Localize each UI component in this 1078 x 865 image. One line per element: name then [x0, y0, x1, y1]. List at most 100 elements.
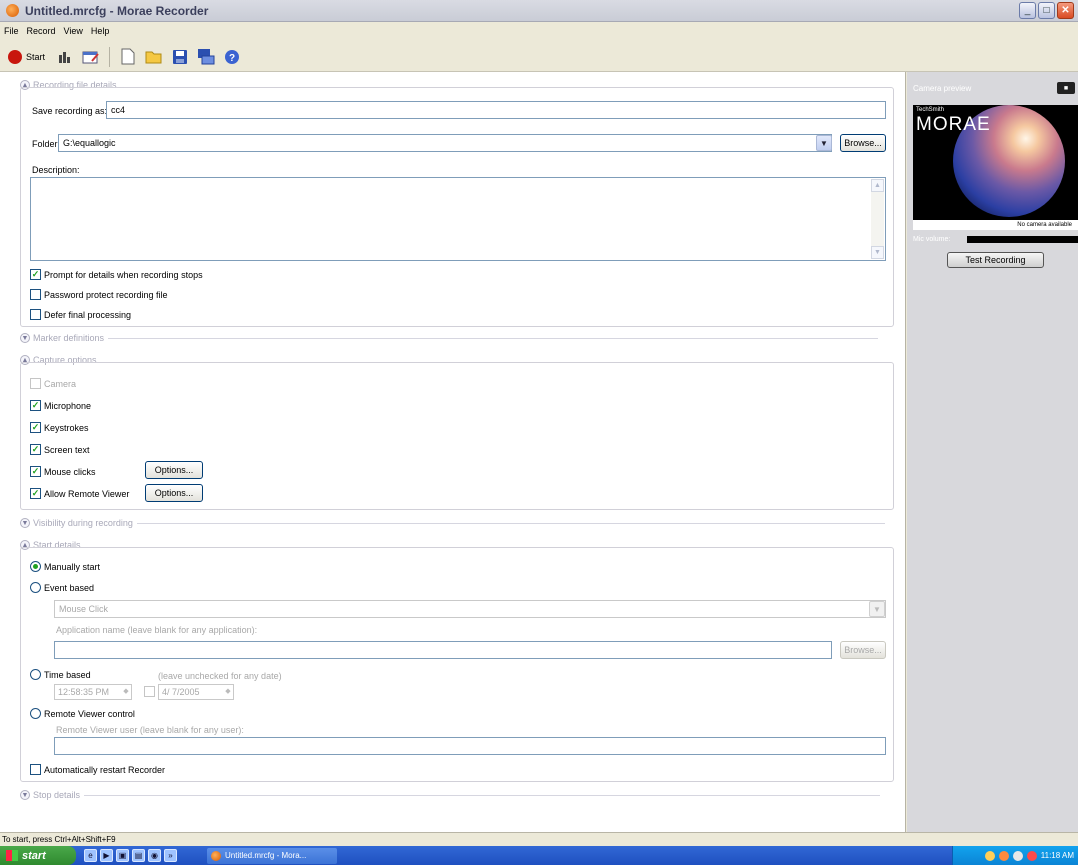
microphone-option[interactable]: ✓ Microphone	[30, 400, 91, 411]
media-icon[interactable]: ▶	[100, 849, 113, 862]
microphone-checkbox[interactable]: ✓	[30, 400, 41, 411]
date-spinner[interactable]: 4/ 7/2005 ◆	[158, 684, 234, 700]
section-title: Marker definitions	[33, 333, 105, 343]
keystrokes-option[interactable]: ✓ Keystrokes	[30, 422, 89, 433]
manually-start-option[interactable]: Manually start	[30, 561, 100, 572]
camera-checkbox[interactable]	[30, 378, 41, 389]
screen-text-option[interactable]: ✓ Screen text	[30, 444, 90, 455]
folder-browse-button[interactable]: Browse...	[840, 134, 886, 152]
event-based-option[interactable]: Event based	[30, 582, 94, 593]
open-folder-icon[interactable]	[144, 47, 164, 67]
clock: 11:18 AM	[1040, 851, 1074, 860]
screen-text-checkbox[interactable]: ✓	[30, 444, 41, 455]
camera-status: No camera available	[913, 220, 1078, 230]
menu-help[interactable]: Help	[89, 26, 116, 36]
event-dropdown-arrow[interactable]: ▼	[869, 601, 885, 617]
screen-text-label: Screen text	[44, 444, 90, 455]
chevron-icon[interactable]: »	[164, 849, 177, 862]
time-spinner[interactable]: 12:58:35 PM ◆	[54, 684, 132, 700]
test-recording-button[interactable]: Test Recording	[947, 252, 1044, 268]
taskbar-morae-window[interactable]: Untitled.mrcfg - Mora...	[207, 847, 337, 864]
section-marker-definitions[interactable]: ▼ Marker definitions	[20, 333, 879, 343]
save-icon[interactable]	[170, 47, 190, 67]
mouse-clicks-option[interactable]: ✓ Mouse clicks	[30, 466, 96, 477]
menu-view[interactable]: View	[62, 26, 89, 36]
defer-processing-checkbox[interactable]	[30, 309, 41, 320]
keystrokes-checkbox[interactable]: ✓	[30, 422, 41, 433]
remote-control-radio[interactable]	[30, 708, 41, 719]
description-label: Description:	[32, 165, 80, 175]
event-type-select[interactable]: Mouse Click	[54, 600, 886, 618]
time-based-label: Time based	[44, 669, 91, 680]
menu-file[interactable]: File	[2, 26, 25, 36]
prompt-details-checkbox[interactable]: ✓	[30, 269, 41, 280]
desktop-icon[interactable]: ▣	[116, 849, 129, 862]
mouse-clicks-checkbox[interactable]: ✓	[30, 466, 41, 477]
spinner-arrows-icon[interactable]: ◆	[122, 686, 130, 698]
app-icon[interactable]: ◉	[148, 849, 161, 862]
time-based-option[interactable]: Time based	[30, 669, 91, 680]
tray-icon[interactable]	[998, 850, 1009, 861]
date-checkbox[interactable]	[144, 686, 155, 697]
auto-restart-checkbox[interactable]	[30, 764, 41, 775]
scroll-up-icon[interactable]: ▲	[871, 179, 884, 192]
camera-toggle-icon[interactable]: ■	[1057, 82, 1075, 94]
network-icon[interactable]	[196, 47, 216, 67]
expand-icon: ▼	[20, 790, 30, 800]
remote-control-option[interactable]: Remote Viewer control	[30, 708, 135, 719]
tray-icon[interactable]	[1012, 850, 1023, 861]
stats-icon[interactable]	[55, 47, 75, 67]
manually-start-label: Manually start	[44, 561, 101, 572]
tray-icon[interactable]	[984, 850, 995, 861]
task-label: Untitled.mrcfg - Mora...	[225, 851, 307, 860]
title-bar: Untitled.mrcfg - Morae Recorder _ □ ✕	[0, 0, 1078, 22]
menu-record[interactable]: Record	[25, 26, 62, 36]
app-name-input[interactable]	[54, 641, 832, 659]
new-file-icon[interactable]	[118, 47, 138, 67]
ie-icon[interactable]: e	[84, 849, 97, 862]
prompt-details-option[interactable]: ✓ Prompt for details when recording stop…	[30, 269, 203, 280]
event-based-radio[interactable]	[30, 582, 41, 593]
save-recording-input[interactable]: cc4	[106, 101, 886, 119]
edit-icon[interactable]	[81, 47, 101, 67]
defer-processing-label: Defer final processing	[44, 309, 132, 320]
description-textarea[interactable]: ▲ ▼	[30, 177, 886, 261]
folder-dropdown-arrow[interactable]: ▼	[816, 135, 832, 151]
start-menu-button[interactable]: start	[0, 846, 76, 865]
manually-start-radio[interactable]	[30, 561, 41, 572]
expand-icon: ▼	[20, 333, 30, 343]
spinner-arrows-icon[interactable]: ◆	[224, 686, 232, 698]
tray-icon[interactable]	[1026, 850, 1037, 861]
password-protect-checkbox[interactable]	[30, 289, 41, 300]
mic-volume-label: Mic volume:	[913, 236, 951, 243]
section-title: Visibility during recording	[33, 518, 133, 528]
maximize-button[interactable]: □	[1038, 2, 1055, 19]
minimize-button[interactable]: _	[1019, 2, 1036, 19]
auto-restart-option[interactable]: Automatically restart Recorder	[30, 764, 165, 775]
scroll-down-icon[interactable]: ▼	[871, 246, 884, 259]
toolbar-separator	[109, 46, 111, 67]
folder-input[interactable]: G:\equallogic	[58, 134, 832, 152]
start-recording-button[interactable]: Start	[4, 49, 49, 64]
remote-viewer-checkbox[interactable]: ✓	[30, 488, 41, 499]
time-based-radio[interactable]	[30, 669, 41, 680]
close-button[interactable]: ✕	[1057, 2, 1074, 19]
section-stop-details[interactable]: ▼ Stop details	[20, 790, 881, 800]
camera-label: Camera	[44, 378, 77, 389]
description-scrollbar[interactable]: ▲ ▼	[871, 179, 884, 259]
remote-user-label: Remote Viewer user (leave blank for any …	[56, 725, 244, 735]
section-visibility[interactable]: ▼ Visibility during recording	[20, 518, 885, 528]
password-protect-option[interactable]: Password protect recording file	[30, 289, 168, 300]
mouse-clicks-options-button[interactable]: Options...	[145, 461, 203, 479]
folder-icon[interactable]: ▤	[132, 849, 145, 862]
window-title: Untitled.mrcfg - Morae Recorder	[25, 3, 209, 18]
app-browse-button[interactable]: Browse...	[840, 641, 886, 659]
camera-option[interactable]: Camera	[30, 378, 76, 389]
defer-processing-option[interactable]: Defer final processing	[30, 309, 131, 320]
time-hint-label: (leave unchecked for any date)	[158, 671, 282, 681]
help-icon[interactable]: ?	[222, 47, 242, 67]
remote-viewer-option[interactable]: ✓ Allow Remote Viewer	[30, 488, 129, 499]
remote-viewer-options-button[interactable]: Options...	[145, 484, 203, 502]
section-divider	[108, 337, 879, 339]
remote-user-input[interactable]	[54, 737, 886, 755]
